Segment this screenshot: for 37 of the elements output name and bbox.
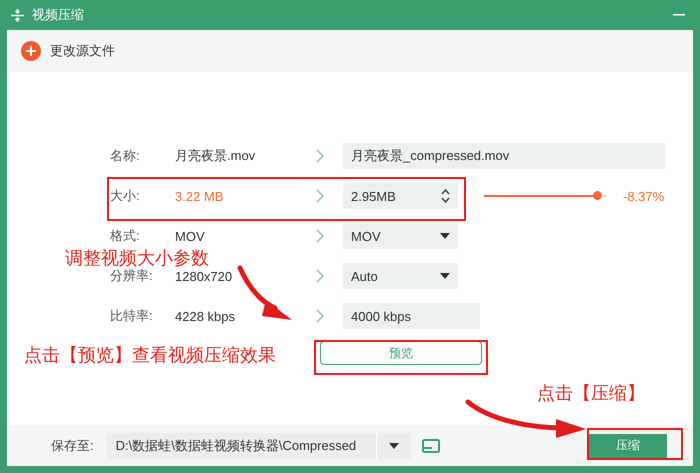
chevron-right-icon bbox=[315, 148, 325, 164]
source-value: 1280x720 bbox=[175, 268, 234, 284]
source-value: MOV bbox=[175, 228, 206, 244]
chevron-right-icon bbox=[315, 188, 325, 204]
annotation-text: 点击【预览】查看视频压缩效果 bbox=[24, 345, 276, 365]
chevron-right-icon bbox=[315, 268, 325, 284]
dropdown-field[interactable]: MOV bbox=[343, 223, 458, 249]
size-spinner[interactable]: 2.95MB bbox=[343, 183, 458, 209]
field-label: 分辨率: bbox=[110, 267, 154, 285]
compress-icon bbox=[11, 8, 24, 22]
caret-icon bbox=[388, 442, 399, 448]
field-label: 大小: bbox=[110, 187, 141, 205]
chevron-right-icon bbox=[315, 228, 325, 244]
folder-icon[interactable] bbox=[422, 438, 440, 453]
caret-icon bbox=[440, 233, 450, 239]
output-field[interactable]: 月亮夜景_compressed.mov bbox=[343, 143, 665, 169]
caret-icon bbox=[440, 273, 450, 279]
source-value: 4228 kbps bbox=[175, 308, 236, 324]
minimize-icon[interactable] bbox=[673, 14, 685, 16]
add-icon[interactable] bbox=[21, 41, 41, 61]
output-field[interactable]: 4000 kbps bbox=[343, 303, 480, 329]
save-label: 保存至: bbox=[51, 436, 94, 454]
source-value: 3.22 MB bbox=[175, 188, 224, 204]
spinner-arrows-icon bbox=[441, 188, 450, 204]
change-source-link[interactable]: 更改源文件 bbox=[50, 42, 115, 60]
source-value: 月亮夜景.mov bbox=[175, 147, 256, 165]
field-label: 名称: bbox=[110, 147, 141, 165]
window-title: 视频压缩 bbox=[32, 6, 84, 24]
field-label: 比特率: bbox=[110, 307, 154, 325]
chevron-right-icon bbox=[315, 308, 325, 324]
annotation-arrow bbox=[238, 266, 292, 320]
annotation-text: 点击【压缩】 bbox=[537, 383, 645, 403]
percent-change: -8.37% bbox=[623, 188, 664, 204]
annotation-text: 调整视频大小参数 bbox=[65, 248, 209, 268]
field-label: 格式: bbox=[110, 227, 141, 245]
save-path-dropdown[interactable]: D:\数据蛙\数据蛙视频转换器\Compressed bbox=[106, 432, 411, 458]
dropdown-field[interactable]: Auto bbox=[343, 263, 458, 289]
